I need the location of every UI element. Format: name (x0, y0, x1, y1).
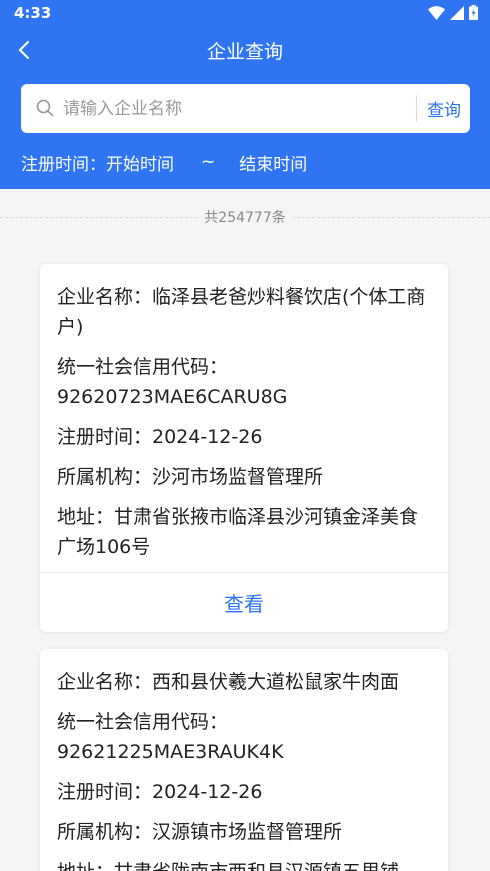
search-icon (36, 99, 54, 117)
header: 4:33 企业查询 查询 注册时间： 开始时间 ~ 结束时间 (0, 0, 490, 189)
agency: 所属机构：汉源镇市场监督管理所 (57, 821, 343, 843)
signal-icon (450, 5, 464, 20)
company-name: 企业名称：临泽县老爸炒料餐饮店(个体工商户) (57, 286, 426, 338)
wifi-icon (428, 5, 445, 20)
search-divider (416, 95, 417, 122)
search-box: 查询 (21, 84, 470, 133)
credit-code-value: 92620723MAE6CARU8G (57, 386, 288, 408)
date-filter: 注册时间： 开始时间 ~ 结束时间 (21, 149, 307, 175)
company-card: 企业名称：西和县伏羲大道松鼠家牛肉面 统一社会信用代码： 92621225MAE… (40, 649, 448, 871)
start-date-picker[interactable]: 开始时间 (106, 150, 174, 175)
company-card: 企业名称：临泽县老爸炒料餐饮店(个体工商户) 统一社会信用代码： 9262072… (40, 264, 448, 632)
battery-icon (469, 5, 478, 20)
credit-code-value: 92621225MAE3RAUK4K (57, 741, 284, 763)
card-footer: 查看 (40, 572, 448, 632)
credit-code-label: 统一社会信用代码： (57, 711, 229, 733)
divider (291, 216, 490, 218)
credit-code-field: 统一社会信用代码： 92621225MAE3RAUK4K (57, 707, 431, 767)
status-icons (428, 5, 478, 20)
page-title: 企业查询 (206, 41, 283, 63)
divider (0, 216, 199, 218)
agency: 所属机构：沙河市场监督管理所 (57, 466, 324, 488)
registration-date: 注册时间：2024-12-26 (57, 781, 263, 803)
nav-bar: 企业查询 (0, 28, 490, 72)
registration-date: 注册时间：2024-12-26 (57, 426, 263, 448)
result-count: 共254777条 (204, 210, 286, 226)
address: 地址：甘肃省陇南市西和县汉源镇五里铺 (57, 857, 431, 871)
date-filter-label: 注册时间： (21, 154, 106, 175)
company-name: 企业名称：西和县伏羲大道松鼠家牛肉面 (57, 671, 400, 693)
credit-code-field: 统一社会信用代码： 92620723MAE6CARU8G (57, 352, 431, 412)
date-separator: ~ (201, 152, 216, 172)
end-date-picker[interactable]: 结束时间 (239, 150, 307, 175)
credit-code-label: 统一社会信用代码： (57, 356, 229, 378)
search-button[interactable]: 查询 (418, 84, 470, 133)
result-count-row: 共254777条 (0, 206, 490, 228)
status-time: 4:33 (14, 4, 52, 22)
search-input[interactable] (63, 84, 403, 133)
address: 地址：甘肃省张掖市临泽县沙河镇金泽美食广场106号 (57, 506, 419, 558)
view-button[interactable]: 查看 (224, 588, 264, 617)
status-bar: 4:33 (0, 0, 490, 28)
